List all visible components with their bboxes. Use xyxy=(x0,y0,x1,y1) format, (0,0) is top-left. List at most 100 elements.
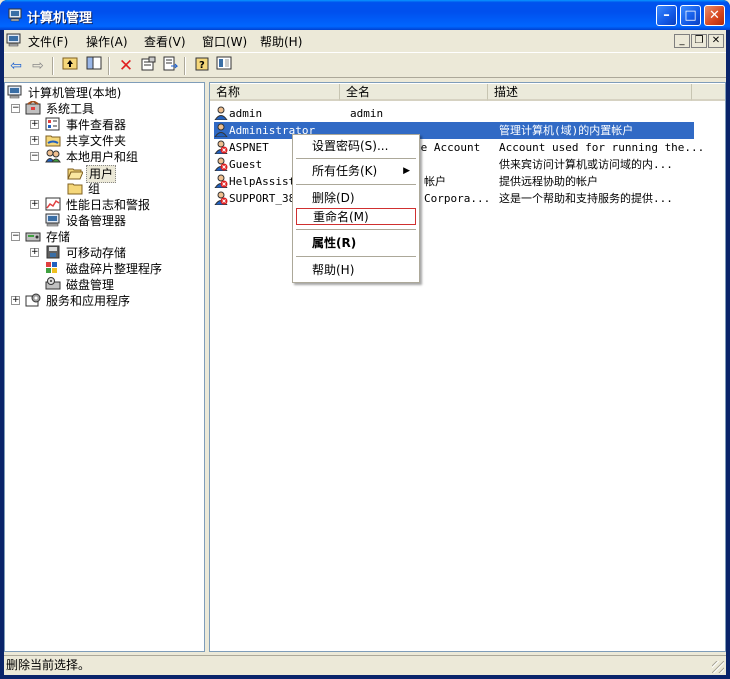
column-header-description[interactable]: 描述 xyxy=(488,84,692,101)
column-header-fullname[interactable]: 全名 xyxy=(340,84,488,101)
tree-item-removable-storage[interactable]: 可移动存储 xyxy=(45,245,128,261)
collapse-icon[interactable]: − xyxy=(11,104,20,113)
tree-item-performance-logs[interactable]: 性能日志和警报 xyxy=(45,197,152,213)
tree-item-users[interactable]: 用户 xyxy=(67,165,117,183)
menu-item-help[interactable]: 帮助(H) xyxy=(296,262,416,279)
export-icon[interactable] xyxy=(160,56,180,76)
close-button[interactable]: ✕ xyxy=(704,5,725,26)
context-menu: 设置密码(S)... 所有任务(K) ▶ 删除(D) 重命名(M) 属性(R) 帮… xyxy=(292,134,420,283)
minimize-icon: – xyxy=(663,8,670,23)
user-row-support[interactable]: SUPPORT_388 Corpora... 这是一个帮助和支持服务的提供... xyxy=(214,190,694,207)
tree-item-services-applications[interactable]: 服务和应用程序 xyxy=(25,293,132,309)
tree-label: 性能日志和警报 xyxy=(66,198,151,212)
window-title: 计算机管理 xyxy=(27,11,93,26)
tree-label: 组 xyxy=(88,182,101,196)
disabled-user-icon xyxy=(214,157,228,171)
menu-separator xyxy=(296,256,416,257)
toolbar-separator xyxy=(52,57,54,75)
menu-item-delete[interactable]: 删除(D) xyxy=(296,190,416,207)
mdi-minimize-button[interactable]: _ xyxy=(674,34,690,48)
expand-icon[interactable]: + xyxy=(30,200,39,209)
column-header-name[interactable]: 名称 xyxy=(210,84,340,101)
menu-item-all-tasks[interactable]: 所有任务(K) ▶ xyxy=(296,163,416,180)
menu-window[interactable]: 窗口(W) xyxy=(202,33,247,50)
expand-icon[interactable]: + xyxy=(30,248,39,257)
collapse-icon[interactable]: − xyxy=(30,152,39,161)
expand-icon[interactable]: + xyxy=(11,296,20,305)
properties-icon[interactable] xyxy=(138,56,158,76)
event-viewer-icon xyxy=(45,117,60,131)
help-icon[interactable]: ? xyxy=(192,56,212,76)
tree-label: 磁盘碎片整理程序 xyxy=(66,262,163,276)
back-icon[interactable]: ⇦ xyxy=(6,56,26,76)
delete-icon[interactable]: ✕ xyxy=(116,56,136,76)
user-row-guest[interactable]: Guest 供来宾访问计算机或访问域的内... xyxy=(214,156,694,173)
defrag-icon xyxy=(46,262,57,273)
folder-open-icon xyxy=(67,168,83,180)
menu-item-properties[interactable]: 属性(R) xyxy=(296,235,416,252)
mdi-close-button[interactable]: ✕ xyxy=(708,34,724,48)
tree-item-defrag[interactable]: 磁盘碎片整理程序 xyxy=(45,261,164,277)
up-icon[interactable] xyxy=(60,56,80,76)
tree-label: 计算机管理(本地) xyxy=(28,86,122,100)
user-fullname: ne Account xyxy=(414,141,481,154)
title-bar[interactable]: 计算机管理 – □ ✕ xyxy=(0,0,730,30)
collapse-icon[interactable]: − xyxy=(11,232,20,241)
submenu-arrow-icon: ▶ xyxy=(403,166,410,176)
user-description: 提供远程协助的帐户 xyxy=(499,175,598,188)
user-fullname: admin xyxy=(350,107,384,120)
forward-icon[interactable]: ⇨ xyxy=(28,56,48,76)
performance-icon xyxy=(45,197,61,211)
tree-item-shared-folders[interactable]: 共享文件夹 xyxy=(45,133,128,149)
console-menu-icon[interactable] xyxy=(6,33,22,47)
tree-label: 共享文件夹 xyxy=(66,134,127,148)
tree-item-storage[interactable]: 存储 xyxy=(25,229,72,245)
folder-icon xyxy=(67,183,83,195)
resize-grip[interactable] xyxy=(712,661,724,673)
tree-item-device-manager[interactable]: 设备管理器 xyxy=(45,213,128,229)
console-icon[interactable] xyxy=(214,56,234,76)
user-name: Guest xyxy=(229,158,263,171)
tree-label: 存储 xyxy=(46,230,71,244)
services-icon xyxy=(25,293,41,307)
menu-file[interactable]: 文件(F) xyxy=(28,33,68,50)
close-icon: ✕ xyxy=(709,8,720,23)
console-tree[interactable]: 计算机管理(本地) − 系统工具 + 事件查看器 + 共享文件夹 − 本地用户和… xyxy=(4,82,205,652)
user-list-view[interactable]: 名称 全名 描述 admin admin Administrator 管理计算机… xyxy=(209,82,726,652)
menu-action[interactable]: 操作(A) xyxy=(86,33,128,50)
minimize-button[interactable]: – xyxy=(656,5,677,26)
user-row-aspnet[interactable]: ASPNET ne Account Account used for runni… xyxy=(214,139,704,156)
menu-help[interactable]: 帮助(H) xyxy=(260,33,302,50)
maximize-button[interactable]: □ xyxy=(680,5,701,26)
disabled-user-icon xyxy=(214,174,228,188)
tree-item-local-users-groups[interactable]: 本地用户和组 xyxy=(45,149,140,165)
user-row-admin[interactable]: admin admin xyxy=(214,105,694,122)
user-row-helpassistant[interactable]: HelpAssista 帐户 提供远程协助的帐户 xyxy=(214,173,694,190)
disk-management-icon xyxy=(45,277,61,290)
menu-item-set-password[interactable]: 设置密码(S)... xyxy=(296,138,416,155)
storage-icon xyxy=(25,232,41,242)
disabled-user-icon xyxy=(214,140,228,154)
expand-icon[interactable]: + xyxy=(30,120,39,129)
tree-item-groups[interactable]: 组 xyxy=(67,181,102,197)
tree-item-system-tools[interactable]: 系统工具 xyxy=(25,101,96,117)
menu-separator xyxy=(296,184,416,185)
tree-item-computer-management[interactable]: 计算机管理(本地) xyxy=(7,85,123,101)
menu-view[interactable]: 查看(V) xyxy=(144,33,186,50)
computer-icon xyxy=(7,85,22,99)
menu-item-rename[interactable]: 重命名(M) xyxy=(296,208,416,225)
expand-icon[interactable]: + xyxy=(30,136,39,145)
user-name: admin xyxy=(229,107,263,120)
user-icon xyxy=(214,106,228,120)
user-name: ASPNET xyxy=(229,141,269,154)
user-row-administrator[interactable]: Administrator 管理计算机(域)的内置帐户 xyxy=(214,122,694,139)
tree-item-disk-management[interactable]: 磁盘管理 xyxy=(45,277,116,293)
users-groups-icon xyxy=(45,149,61,163)
toolbar-separator xyxy=(108,57,110,75)
mdi-restore-button[interactable]: ❐ xyxy=(691,34,707,48)
tree-item-event-viewer[interactable]: 事件查看器 xyxy=(45,117,128,133)
tree-label: 可移动存储 xyxy=(66,246,127,260)
menu-bar: 文件(F) 操作(A) 查看(V) 窗口(W) 帮助(H) _ ❐ ✕ xyxy=(4,30,726,50)
status-text: 删除当前选择。 xyxy=(6,658,91,672)
show-tree-icon[interactable] xyxy=(84,56,104,76)
